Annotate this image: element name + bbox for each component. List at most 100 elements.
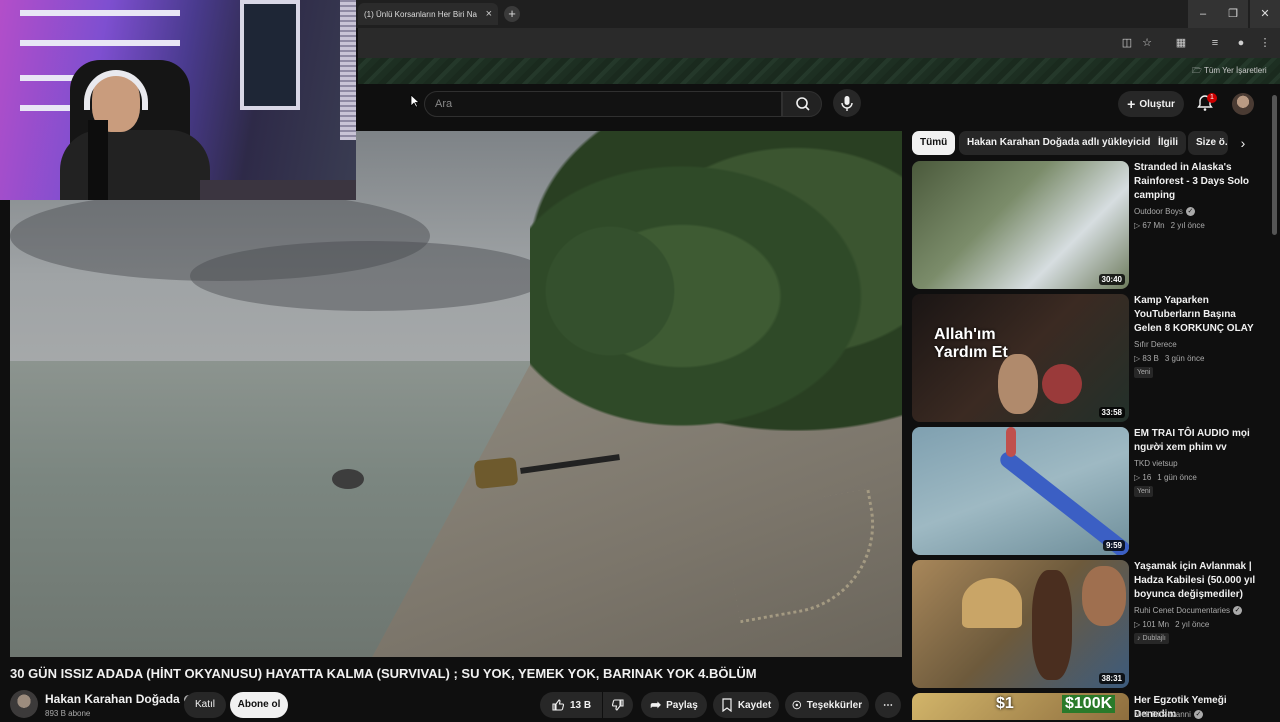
mouse-cursor-icon xyxy=(410,94,420,108)
page-scrollbar[interactable] xyxy=(1272,95,1277,235)
bookmarks-bar xyxy=(358,58,1280,84)
extensions-icon[interactable]: ▦ xyxy=(1174,36,1188,50)
search-input[interactable]: Ara xyxy=(424,91,782,117)
channel-name-link[interactable]: Hakan Karahan Doğada ✓ xyxy=(45,692,193,706)
rec-channel[interactable]: Outdoor Boys ✓ xyxy=(1134,207,1195,216)
rec-views: ▷ 83 B xyxy=(1134,354,1159,363)
create-button[interactable]: + Oluştur xyxy=(1118,91,1184,117)
channel-name: Hakan Karahan Doğada xyxy=(45,692,180,706)
folder-icon: 🗁 xyxy=(1192,66,1202,75)
chevron-right-icon[interactable]: › xyxy=(1234,134,1252,152)
channel-avatar[interactable] xyxy=(10,690,38,718)
profile-icon[interactable]: ● xyxy=(1234,36,1248,50)
thumbnail-caption: Allah'ım Yardım Et xyxy=(934,326,1008,361)
more-actions-button[interactable]: ⋯ xyxy=(875,692,901,718)
rec-views: ▷ 67 Mn xyxy=(1134,221,1165,230)
save-button[interactable]: Kaydet xyxy=(713,692,779,718)
thanks-button[interactable]: ☉ Teşekkürler xyxy=(785,692,869,718)
rec-thumbnail[interactable]: 30:40 xyxy=(912,161,1129,289)
browser-tab[interactable]: (1) Ünlü Korsanların Her Biri Na × xyxy=(358,3,498,25)
search-icon xyxy=(796,97,810,111)
share-label: Paylaş xyxy=(666,699,698,711)
rec-age: 3 gün önce xyxy=(1164,354,1205,363)
rec-channel-name: TKD vietsup xyxy=(1134,459,1178,468)
dubbed-icon: ♪ xyxy=(1137,635,1141,642)
rec-channel[interactable]: Nick DiGiovanni ✓ xyxy=(1134,710,1203,719)
thumbs-down-icon xyxy=(611,699,624,711)
bookmark-star-icon[interactable]: ☆ xyxy=(1140,36,1154,50)
rec-title[interactable]: Stranded in Alaska's Rainforest - 3 Days… xyxy=(1134,161,1264,203)
thumbs-up-icon xyxy=(552,699,564,711)
chip-related[interactable]: İlgili xyxy=(1150,131,1186,155)
all-bookmarks-link[interactable]: 🗁 Tüm Yer İşaretleri xyxy=(1192,65,1267,79)
rec-views: ▷ 16 xyxy=(1134,473,1152,482)
voice-search-button[interactable] xyxy=(833,89,861,117)
rec-age: 2 yıl önce xyxy=(1170,221,1205,230)
rec-channel-name: Ruhi Cenet Documentaries xyxy=(1134,606,1231,615)
close-tab-icon[interactable]: × xyxy=(486,8,492,20)
duration-badge: 33:58 xyxy=(1098,407,1125,418)
window-minimize-button[interactable]: – xyxy=(1188,0,1218,28)
verified-check-icon: ✓ xyxy=(1233,606,1243,615)
save-label: Kaydet xyxy=(737,699,772,711)
thumbnail-caption: $100K xyxy=(1062,695,1116,713)
rec-meta: ▷ 16 1 gün önce xyxy=(1134,473,1197,482)
rec-title[interactable]: EM TRAI TÔI AUDIO mọi người xem phim vv xyxy=(1134,427,1264,455)
share-button[interactable]: ➦ Paylaş xyxy=(641,692,707,718)
window-close-button[interactable]: ✕ xyxy=(1250,0,1280,28)
account-avatar[interactable] xyxy=(1232,93,1254,115)
rec-meta: ▷ 83 B 3 gün önce xyxy=(1134,354,1204,363)
duration-badge: 9:59 xyxy=(1102,540,1125,551)
chip-from-uploader[interactable]: Hakan Karahan Doğada adlı yükleyiciden xyxy=(959,131,1171,155)
more-dots-icon: ⋯ xyxy=(883,699,893,711)
rec-channel[interactable]: Ruhi Cenet Documentaries ✓ xyxy=(1134,606,1243,615)
rec-channel[interactable]: Sıfır Derece xyxy=(1134,340,1177,349)
rec-thumbnail[interactable]: 38:31 xyxy=(912,560,1129,688)
browser-tab-title: (1) Ünlü Korsanların Her Biri Na xyxy=(364,9,477,19)
rec-title[interactable]: Yaşamak için Avlanmak | Hadza Kabilesi (… xyxy=(1134,560,1264,602)
new-tab-button[interactable]: + xyxy=(504,6,520,22)
chip-all[interactable]: Tümü xyxy=(912,131,956,155)
like-button[interactable]: 13 B xyxy=(540,692,602,718)
menu-dots-icon[interactable]: ⋮ xyxy=(1258,36,1272,50)
rec-channel[interactable]: TKD vietsup xyxy=(1134,459,1178,468)
rec-channel-name: Nick DiGiovanni xyxy=(1134,710,1191,719)
rec-meta: ▷ 101 Mn 2 yıl önce xyxy=(1134,620,1209,629)
microphone-icon xyxy=(841,96,853,111)
share-arrow-icon: ➦ xyxy=(650,697,662,712)
join-button[interactable]: Katıl xyxy=(184,692,226,718)
rec-meta: ▷ 67 Mn 2 yıl önce xyxy=(1134,221,1205,230)
dubbed-badge: ♪ Dublajlı xyxy=(1134,633,1169,644)
search-button[interactable] xyxy=(782,91,822,117)
rec-channel-name: Sıfır Derece xyxy=(1134,340,1177,349)
like-count: 13 B xyxy=(569,699,592,711)
window-maximize-button[interactable]: ❐ xyxy=(1218,0,1248,28)
rec-thumbnail[interactable]: 9:59 xyxy=(912,427,1129,555)
cast-icon[interactable]: ◫ xyxy=(1120,36,1134,50)
chip-for-you[interactable]: Size ö... xyxy=(1188,131,1228,155)
super-thanks-icon: ☉ xyxy=(791,699,802,712)
new-badge: Yeni xyxy=(1134,367,1154,378)
webcam-overlay xyxy=(0,0,356,200)
video-title: 30 GÜN ISSIZ ADADA (HİNT OKYANUSU) HAYAT… xyxy=(10,666,757,681)
rec-age: 1 gün önce xyxy=(1157,473,1197,482)
dislike-button[interactable] xyxy=(603,692,633,718)
create-label: Oluştur xyxy=(1139,98,1175,110)
rec-age: 2 yıl önce xyxy=(1175,620,1210,629)
all-bookmarks-label: Tüm Yer İşaretleri xyxy=(1204,66,1267,75)
new-badge: Yeni xyxy=(1134,486,1154,497)
verified-check-icon: ✓ xyxy=(1185,207,1195,216)
thanks-label: Teşekkürler xyxy=(806,699,863,711)
verified-check-icon: ✓ xyxy=(1193,710,1203,719)
video-player[interactable] xyxy=(10,131,902,657)
rec-thumbnail[interactable]: Allah'ım Yardım Et 33:58 xyxy=(912,294,1129,422)
plus-icon: + xyxy=(1127,96,1136,112)
rec-title[interactable]: Kamp Yaparken YouTuberların Başına Gelen… xyxy=(1134,294,1264,336)
subscribe-button[interactable]: Abone ol xyxy=(230,692,288,718)
bookmark-icon xyxy=(722,698,732,712)
subscriber-count: 893 B abone xyxy=(45,709,91,718)
dubbed-label: Dublajlı xyxy=(1142,635,1166,642)
reading-list-icon[interactable]: ≡ xyxy=(1208,36,1222,50)
rec-thumbnail[interactable]: $1 $100K xyxy=(912,693,1129,720)
notification-count-badge: 1 xyxy=(1207,93,1217,103)
